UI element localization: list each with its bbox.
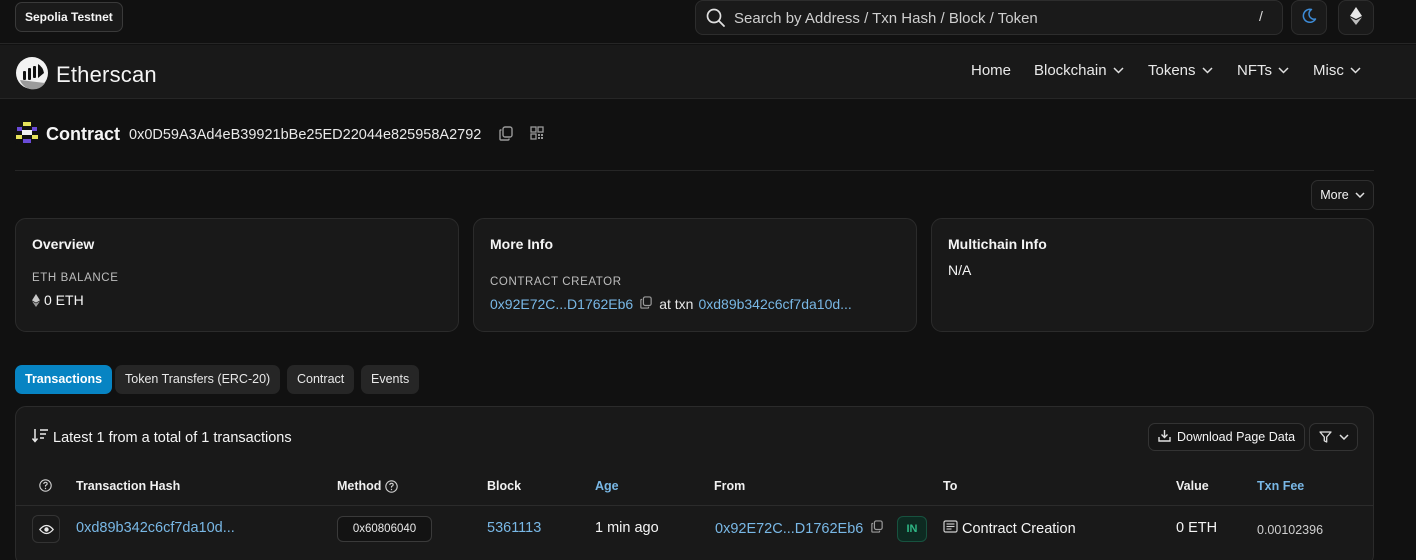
etherscan-logo-icon: [15, 56, 49, 93]
download-page-data-button[interactable]: Download Page Data: [1148, 423, 1306, 451]
filter-button[interactable]: [1309, 423, 1358, 451]
column-method: Method: [337, 479, 399, 493]
creator-address-link[interactable]: 0x92E72C...D1762Eb6: [490, 296, 633, 312]
question-circle-icon[interactable]: [385, 479, 399, 493]
ethereum-icon: [32, 293, 40, 307]
card-title: More Info: [490, 236, 553, 252]
method-badge: 0x60806040: [337, 516, 432, 542]
transaction-hash-link[interactable]: 0xd89b342c6cf7da10d...: [76, 520, 235, 536]
download-icon: [1158, 429, 1171, 445]
column-age[interactable]: Age: [595, 479, 619, 493]
ethereum-icon: [1350, 7, 1362, 28]
nav-blockchain[interactable]: Blockchain: [1034, 62, 1124, 79]
address-identicon-icon: [15, 121, 39, 148]
theme-toggle-button[interactable]: [1291, 0, 1327, 35]
block-link[interactable]: 5361113: [487, 520, 541, 536]
eye-icon: [38, 524, 54, 534]
direction-badge: IN: [897, 516, 927, 542]
contract-file-icon: [943, 520, 958, 537]
from-cell: 0x92E72C...D1762Eb6: [715, 520, 884, 537]
sort-icon: [31, 428, 49, 447]
brand-name: Etherscan: [56, 61, 157, 87]
eth-balance-value: 0 ETH: [44, 292, 84, 308]
nav-label: Tokens: [1148, 62, 1196, 79]
search-icon: [706, 8, 726, 31]
network-switch-button[interactable]: [1338, 0, 1374, 35]
copy-icon[interactable]: [871, 520, 884, 537]
nav-label: Home: [971, 62, 1012, 79]
qr-code-icon[interactable]: [530, 126, 545, 143]
contract-address: 0x0D59A3Ad4eB39921bBe25ED22044e825958A27…: [129, 126, 482, 143]
contract-creator-caption: CONTRACT CREATOR: [490, 276, 622, 288]
tab-contract[interactable]: Contract: [287, 365, 355, 394]
search-box[interactable]: /: [695, 0, 1283, 35]
brand-logo[interactable]: Etherscan: [15, 56, 157, 93]
chevron-down-icon: [1113, 67, 1124, 74]
nav-nfts[interactable]: NFTs: [1237, 62, 1289, 79]
tab-token-transfers[interactable]: Token Transfers (ERC-20): [115, 365, 281, 394]
value-cell: 0 ETH: [1176, 520, 1218, 536]
site-header: Etherscan Home Blockchain Tokens NFTs Mi…: [0, 45, 1416, 99]
transactions-summary: Latest 1 from a total of 1 transactions: [31, 428, 292, 447]
column-transaction-hash: Transaction Hash: [76, 479, 181, 493]
table-header-divider: [16, 505, 1373, 506]
moon-icon: [1301, 8, 1317, 27]
from-address-link[interactable]: 0x92E72C...D1762Eb6: [715, 521, 863, 537]
download-label: Download Page Data: [1177, 430, 1296, 444]
chevron-down-icon: [1338, 434, 1349, 440]
column-from: From: [714, 479, 746, 493]
at-txn-label: at txn: [659, 296, 694, 312]
card-title: Multichain Info: [948, 236, 1047, 252]
copy-icon[interactable]: [640, 296, 652, 312]
to-value: Contract Creation: [962, 520, 1076, 537]
more-button-label: More: [1320, 188, 1349, 202]
nav-tokens[interactable]: Tokens: [1148, 62, 1213, 79]
column-value: Value: [1176, 479, 1209, 493]
column-block: Block: [487, 479, 522, 493]
page-title: Contract 0x0D59A3Ad4eB39921bBe25ED22044e…: [15, 121, 545, 148]
multichain-info-card: Multichain Info N/A: [931, 218, 1374, 332]
age-value: 1 min ago: [595, 520, 659, 536]
chevron-down-icon: [1278, 67, 1289, 74]
title-divider: [15, 170, 1374, 171]
search-shortcut-key: /: [1259, 8, 1263, 24]
chevron-down-icon: [1350, 67, 1361, 74]
question-circle-icon: [39, 479, 52, 492]
to-cell: Contract Creation: [943, 520, 1076, 537]
summary-text: Latest 1 from a total of 1 transactions: [53, 429, 292, 446]
tab-events[interactable]: Events: [361, 365, 420, 394]
more-info-card: More Info CONTRACT CREATOR 0x92E72C...D1…: [473, 218, 917, 332]
nav-home[interactable]: Home: [971, 62, 1011, 79]
eth-balance: 0 ETH: [32, 292, 84, 308]
multichain-value: N/A: [948, 262, 972, 278]
filter-icon: [1318, 431, 1332, 443]
eth-balance-caption: ETH BALANCE: [32, 272, 119, 284]
nav-label: NFTs: [1237, 62, 1272, 79]
chevron-down-icon: [1355, 192, 1365, 198]
nav-label: Blockchain: [1034, 62, 1107, 79]
column-txn-fee[interactable]: Txn Fee: [1257, 479, 1304, 493]
overview-card: Overview ETH BALANCE 0 ETH: [15, 218, 459, 332]
nav-label: Misc: [1313, 62, 1344, 79]
chevron-down-icon: [1202, 67, 1213, 74]
nav-misc[interactable]: Misc: [1313, 62, 1361, 79]
txn-fee-cell: 0.00102396: [1257, 523, 1324, 537]
creator-txn-link[interactable]: 0xd89b342c6cf7da10d...: [698, 296, 851, 312]
contract-creator-row: 0x92E72C...D1762Eb6 at txn 0xd89b342c6cf…: [490, 296, 852, 312]
search-input[interactable]: [734, 7, 1234, 29]
column-label: Method: [337, 479, 382, 493]
tab-transactions[interactable]: Transactions: [15, 365, 113, 394]
more-button[interactable]: More: [1311, 180, 1374, 210]
transaction-preview-button[interactable]: [32, 515, 60, 543]
copy-icon[interactable]: [499, 125, 514, 144]
column-to: To: [943, 479, 958, 493]
help-icon-column[interactable]: [39, 479, 52, 492]
network-badge[interactable]: Sepolia Testnet: [15, 2, 123, 32]
card-title: Overview: [32, 236, 95, 252]
contract-label: Contract: [46, 124, 121, 144]
